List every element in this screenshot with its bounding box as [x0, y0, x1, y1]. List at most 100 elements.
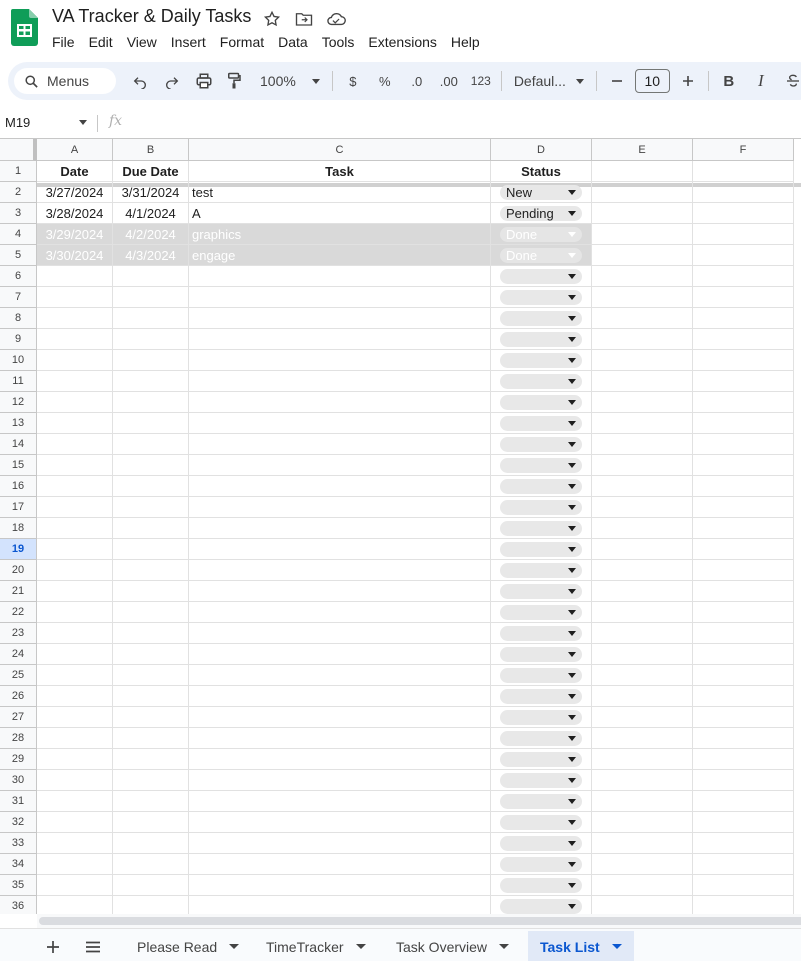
row-header-6[interactable]: 6 [0, 266, 37, 287]
status-cell[interactable] [491, 392, 592, 413]
status-cell[interactable] [491, 287, 592, 308]
status-dropdown-chip[interactable] [500, 688, 582, 704]
empty-cell[interactable] [693, 581, 794, 602]
due-date-cell[interactable]: 3/31/2024 [113, 182, 189, 203]
empty-cell[interactable] [113, 686, 189, 707]
cell-f[interactable] [693, 224, 794, 245]
empty-cell[interactable] [113, 476, 189, 497]
status-dropdown-chip[interactable]: Pending [500, 205, 582, 221]
empty-cell[interactable] [37, 392, 113, 413]
empty-cell[interactable] [113, 623, 189, 644]
empty-cell[interactable] [37, 371, 113, 392]
row-header-22[interactable]: 22 [0, 602, 37, 623]
status-dropdown-chip[interactable] [500, 856, 582, 872]
chevron-down-icon[interactable] [229, 944, 240, 949]
empty-cell[interactable] [693, 371, 794, 392]
empty-cell[interactable] [113, 833, 189, 854]
empty-cell[interactable] [189, 728, 491, 749]
empty-cell[interactable] [37, 623, 113, 644]
status-dropdown-chip[interactable] [500, 625, 582, 641]
empty-cell[interactable] [592, 854, 693, 875]
increase-decimal-button[interactable]: .00 [435, 67, 463, 95]
empty-cell[interactable] [37, 728, 113, 749]
status-cell[interactable] [491, 539, 592, 560]
status-dropdown-chip[interactable] [500, 814, 582, 830]
redo-icon[interactable] [158, 67, 186, 95]
status-cell[interactable] [491, 644, 592, 665]
sheet-tab-please-read[interactable]: Please Read [125, 931, 251, 961]
status-dropdown-chip[interactable] [500, 415, 582, 431]
empty-cell[interactable] [189, 392, 491, 413]
italic-button[interactable]: I [747, 67, 775, 95]
empty-cell[interactable] [37, 476, 113, 497]
empty-cell[interactable] [189, 308, 491, 329]
empty-cell[interactable] [592, 455, 693, 476]
bold-button[interactable]: B [715, 67, 743, 95]
status-cell[interactable]: Done [491, 245, 592, 266]
print-icon[interactable] [190, 67, 218, 95]
empty-cell[interactable] [189, 350, 491, 371]
empty-cell[interactable] [37, 518, 113, 539]
row-header-11[interactable]: 11 [0, 371, 37, 392]
status-cell[interactable] [491, 455, 592, 476]
empty-cell[interactable] [693, 770, 794, 791]
empty-cell[interactable] [37, 329, 113, 350]
menu-edit[interactable]: Edit [82, 33, 120, 51]
empty-cell[interactable] [189, 476, 491, 497]
empty-cell[interactable] [189, 644, 491, 665]
empty-cell[interactable] [693, 560, 794, 581]
empty-cell[interactable] [113, 497, 189, 518]
chevron-down-icon[interactable] [355, 944, 366, 949]
empty-cell[interactable] [113, 539, 189, 560]
empty-cell[interactable] [693, 686, 794, 707]
empty-cell[interactable] [113, 875, 189, 896]
empty-cell[interactable] [37, 875, 113, 896]
status-cell[interactable] [491, 581, 592, 602]
empty-cell[interactable] [189, 896, 491, 914]
empty-cell[interactable] [592, 560, 693, 581]
row-header-2[interactable]: 2 [0, 182, 37, 203]
row-header-12[interactable]: 12 [0, 392, 37, 413]
add-sheet-icon[interactable] [41, 935, 65, 959]
empty-cell[interactable] [592, 791, 693, 812]
empty-cell[interactable] [189, 434, 491, 455]
sheet-tab-task-list[interactable]: Task List [528, 931, 634, 961]
empty-cell[interactable] [693, 707, 794, 728]
empty-cell[interactable] [693, 518, 794, 539]
empty-cell[interactable] [113, 455, 189, 476]
empty-cell[interactable] [592, 833, 693, 854]
status-dropdown-chip[interactable]: Done [500, 247, 582, 263]
row-header-10[interactable]: 10 [0, 350, 37, 371]
row-header-7[interactable]: 7 [0, 287, 37, 308]
menu-extensions[interactable]: Extensions [361, 33, 443, 51]
row-header-4[interactable]: 4 [0, 224, 37, 245]
status-cell[interactable] [491, 350, 592, 371]
empty-cell[interactable] [113, 707, 189, 728]
date-cell[interactable]: 3/29/2024 [37, 224, 113, 245]
empty-cell[interactable] [592, 623, 693, 644]
row-header-30[interactable]: 30 [0, 770, 37, 791]
status-cell[interactable] [491, 896, 592, 914]
task-cell[interactable]: graphics [189, 224, 491, 245]
empty-cell[interactable] [693, 602, 794, 623]
empty-cell[interactable] [592, 665, 693, 686]
empty-cell[interactable] [189, 749, 491, 770]
row-header-14[interactable]: 14 [0, 434, 37, 455]
empty-cell[interactable] [37, 644, 113, 665]
status-dropdown-chip[interactable] [500, 457, 582, 473]
document-title[interactable]: VA Tracker & Daily Tasks [52, 6, 251, 27]
status-cell[interactable] [491, 728, 592, 749]
status-cell[interactable] [491, 770, 592, 791]
cloud-status-icon[interactable] [326, 9, 346, 29]
status-cell[interactable] [491, 749, 592, 770]
status-dropdown-chip[interactable] [500, 310, 582, 326]
empty-cell[interactable] [37, 833, 113, 854]
empty-cell[interactable] [37, 896, 113, 914]
row-header-26[interactable]: 26 [0, 686, 37, 707]
column-header-c[interactable]: C [189, 139, 491, 161]
status-cell[interactable] [491, 308, 592, 329]
empty-cell[interactable] [189, 266, 491, 287]
empty-cell[interactable] [693, 623, 794, 644]
decrease-decimal-button[interactable]: .0 [403, 67, 431, 95]
empty-cell[interactable] [37, 350, 113, 371]
